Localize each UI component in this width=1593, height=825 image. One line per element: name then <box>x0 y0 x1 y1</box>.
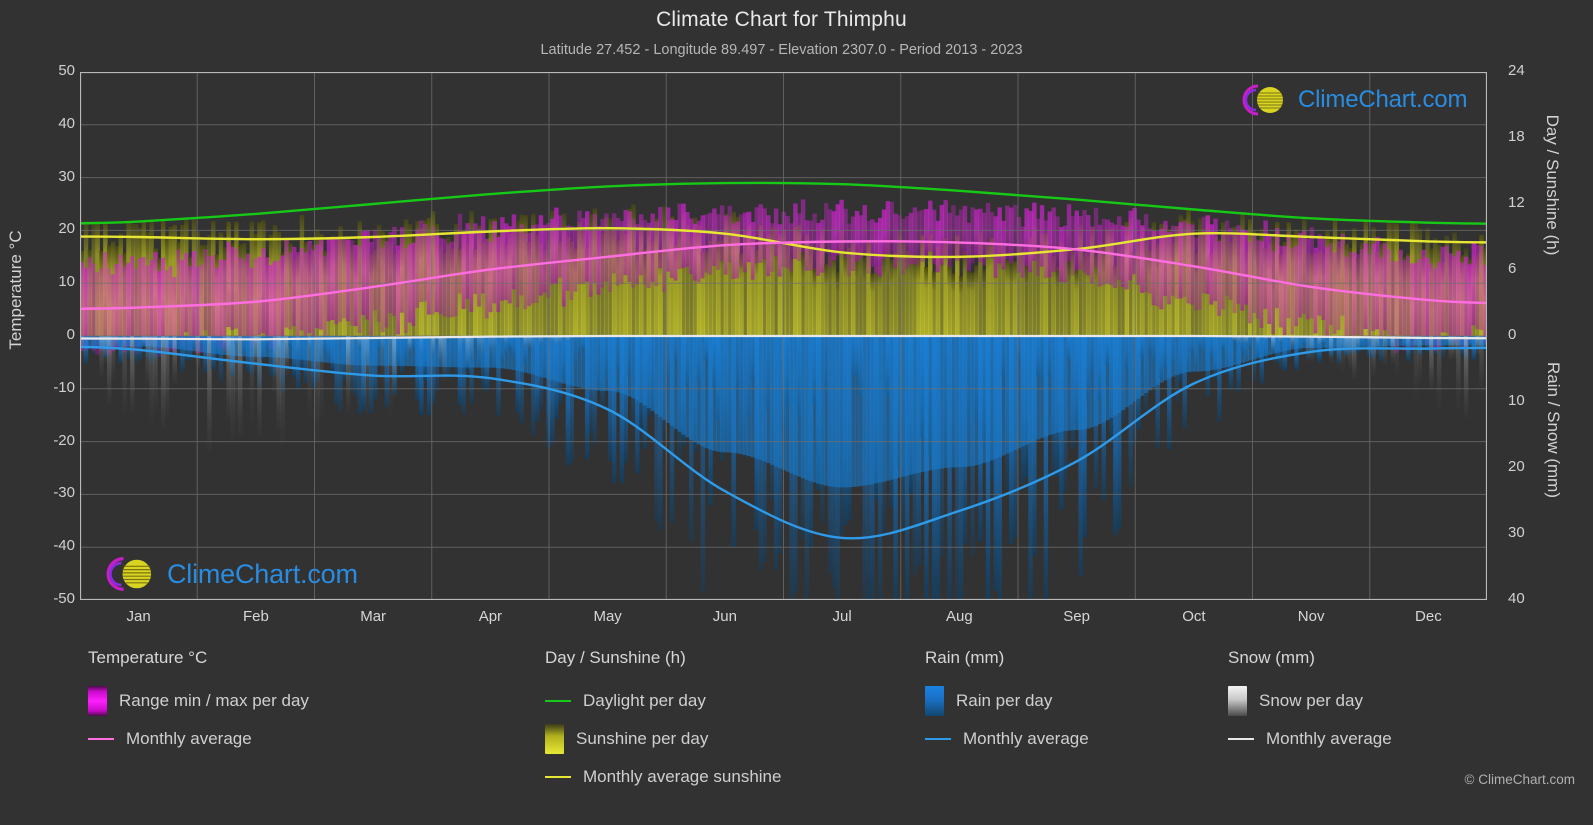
legend-item[interactable]: Monthly average <box>925 720 1089 758</box>
y-tick-left: 50 <box>58 62 75 79</box>
y-tick-right-hours: 12 <box>1508 194 1525 211</box>
y-tick-left: 40 <box>58 114 75 132</box>
y-tick-right-mm: 30 <box>1508 524 1525 541</box>
y-tick-left: -50 <box>53 590 75 607</box>
legend-item-label: Range min / max per day <box>119 691 309 710</box>
legend-group-title: Day / Sunshine (h) <box>545 648 686 667</box>
x-tick-month: Dec <box>1415 608 1442 625</box>
legend-band-swatch <box>1228 686 1247 716</box>
legend-line-swatch <box>88 738 114 740</box>
legend-band-swatch <box>88 686 107 716</box>
legend-item-label: Monthly average <box>963 729 1089 748</box>
legend-item[interactable]: Daylight per day <box>545 682 781 720</box>
y-tick-left: -40 <box>53 537 75 555</box>
legend-item-label: Sunshine per day <box>576 729 709 748</box>
legend-item[interactable]: Monthly average sunshine <box>545 758 781 796</box>
legend-item-label: Monthly average <box>126 729 252 748</box>
watermark-logo-top: ClimeChart.com <box>1232 80 1467 120</box>
legend-line-swatch <box>545 700 571 702</box>
y-tick-left: 0 <box>66 326 75 343</box>
legend-item-label: Daylight per day <box>583 691 706 710</box>
y-axis-right-bottom-title: Rain / Snow (mm) <box>1544 361 1563 499</box>
legend-band-swatch <box>925 686 944 716</box>
y-tick-right-hours: 0 <box>1508 326 1517 343</box>
y-tick-right-hours: 6 <box>1508 260 1517 277</box>
copyright-notice: © ClimeChart.com <box>1464 772 1575 787</box>
legend-line-swatch <box>1228 738 1254 740</box>
legend-item-label: Monthly average sunshine <box>583 767 782 786</box>
y-tick-left: -30 <box>53 484 75 502</box>
legend-line-swatch <box>545 776 571 778</box>
chart-legend: Temperature °C Range min / max per day Mon… <box>0 648 1593 825</box>
page-title: Climate Chart for Thimphu <box>656 8 907 31</box>
legend-group-title: Rain (mm) <box>925 648 1005 667</box>
plot-area <box>80 72 1487 600</box>
y-tick-left: -20 <box>53 431 75 449</box>
y-tick-right-hours: 24 <box>1508 62 1525 79</box>
y-tick-right-mm: 20 <box>1508 458 1525 475</box>
legend-item[interactable]: Sunshine per day <box>545 720 781 758</box>
x-tick-month: Jan <box>126 608 151 625</box>
watermark-text: ClimeChart.com <box>1298 86 1468 113</box>
y-tick-right-mm: 10 <box>1508 392 1525 409</box>
legend-group: Snow (mm) Snow per day Monthly average <box>1228 648 1392 758</box>
y-tick-left: 20 <box>58 220 75 238</box>
y-tick-right-mm: 40 <box>1508 590 1525 607</box>
legend-item[interactable]: Snow per day <box>1228 682 1392 720</box>
x-tick-month: May <box>593 608 622 625</box>
y-tick-left: 10 <box>58 273 75 291</box>
x-tick-month: Sep <box>1063 608 1090 625</box>
watermark-text: ClimeChart.com <box>167 558 358 589</box>
legend-group: Temperature °C Range min / max per day Mon… <box>88 648 309 758</box>
legend-group: Day / Sunshine (h) Daylight per day Sunshi… <box>545 648 781 796</box>
climechart-logo-icon <box>1242 84 1283 116</box>
legend-item-label: Snow per day <box>1259 691 1363 710</box>
legend-item-label: Rain per day <box>956 691 1053 710</box>
legend-group-title: Snow (mm) <box>1228 648 1315 667</box>
x-tick-month: Apr <box>478 608 503 625</box>
legend-item[interactable]: Monthly average <box>88 720 309 758</box>
y-tick-left: 30 <box>58 167 75 185</box>
x-tick-month: Feb <box>242 608 269 625</box>
x-tick-month: Aug <box>946 608 973 625</box>
legend-item[interactable]: Range min / max per day <box>88 682 309 720</box>
page-subtitle: Latitude 27.452 - Longitude 89.497 - Ele… <box>540 42 1023 58</box>
legend-group: Rain (mm) Rain per day Monthly average <box>925 648 1089 758</box>
legend-band-swatch <box>545 724 564 754</box>
legend-group-title: Temperature °C <box>88 648 208 667</box>
x-tick-month: Jun <box>712 608 737 625</box>
y-tick-left: -10 <box>53 378 75 396</box>
legend-item-label: Monthly average <box>1266 729 1392 748</box>
watermark-logo-bottom: ClimeChart.com <box>95 552 358 596</box>
climate-chart-canvas: Climate Chart for Thimphu Latitude 27.45… <box>0 0 1593 825</box>
legend-line-swatch <box>925 738 951 740</box>
climechart-logo-icon <box>106 556 152 592</box>
x-tick-month: Jul <box>832 608 852 625</box>
x-tick-month: Oct <box>1182 608 1206 625</box>
legend-item[interactable]: Rain per day <box>925 682 1089 720</box>
x-tick-month: Mar <box>360 608 387 625</box>
legend-item[interactable]: Monthly average <box>1228 720 1392 758</box>
x-tick-month: Nov <box>1297 608 1325 625</box>
y-axis-right-top-title: Day / Sunshine (h) <box>1543 114 1562 256</box>
y-tick-right-hours: 18 <box>1508 128 1525 145</box>
